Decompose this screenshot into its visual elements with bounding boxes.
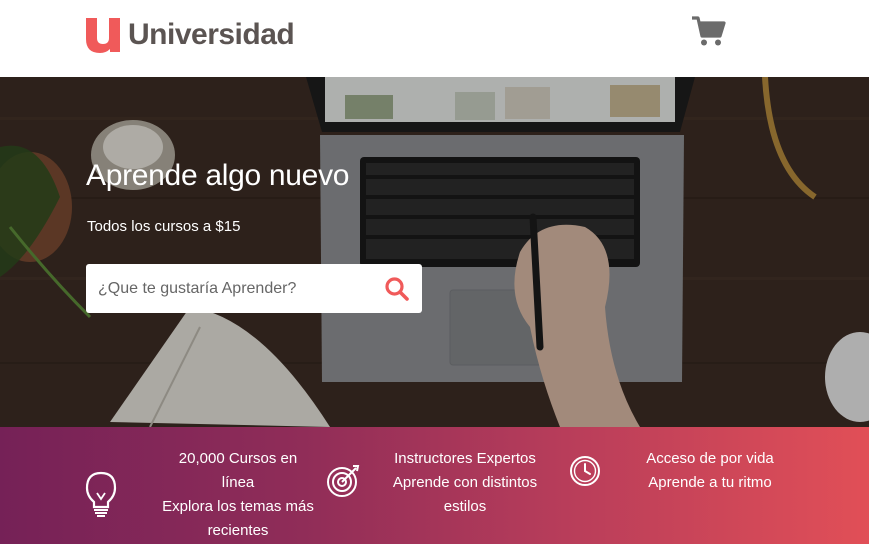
- feature-courses-line1: 20,000 Cursos en: [178, 450, 298, 467]
- hero-background-image: [0, 77, 869, 427]
- logo[interactable]: Universidad: [84, 15, 295, 55]
- search-input[interactable]: [86, 264, 366, 313]
- feature-access-line1: Acceso de por vida: [646, 450, 774, 467]
- hero-subtitle: Todos los cursos a $15: [87, 218, 241, 235]
- hero-title: Aprende algo nuevo: [86, 159, 350, 192]
- search-box: [86, 264, 422, 313]
- lightbulb-icon: [85, 471, 117, 517]
- cart-icon[interactable]: [690, 14, 726, 48]
- feature-instructors-line2: Aprende con distintos: [392, 474, 538, 491]
- features-bar: 20,000 Cursos en línea Explora los temas…: [0, 427, 869, 544]
- feature-instructors-line1: Instructores Expertos: [394, 450, 536, 467]
- feature-courses-line2: línea: [221, 474, 255, 491]
- feature-courses-line3: Explora los temas más: [162, 498, 314, 515]
- feature-instructors-line3: estilos: [443, 498, 487, 515]
- feature-courses: 20,000 Cursos en línea Explora los temas…: [138, 447, 338, 543]
- clock-icon: [570, 456, 600, 486]
- logo-text: Universidad: [128, 18, 295, 51]
- feature-courses-line4: recientes: [207, 522, 269, 539]
- site-header: Universidad: [0, 0, 869, 77]
- feature-access-line2: Aprende a tu ritmo: [648, 474, 772, 491]
- feature-access: Acceso de por vida Aprende a tu ritmo: [620, 447, 800, 495]
- target-icon: [327, 465, 360, 497]
- u-logo-mark-icon: [86, 18, 120, 53]
- hero-banner: Aprende algo nuevo Todos los cursos a $1…: [0, 77, 869, 427]
- search-icon[interactable]: [384, 276, 410, 302]
- feature-instructors: Instructores Expertos Aprende con distin…: [375, 447, 555, 519]
